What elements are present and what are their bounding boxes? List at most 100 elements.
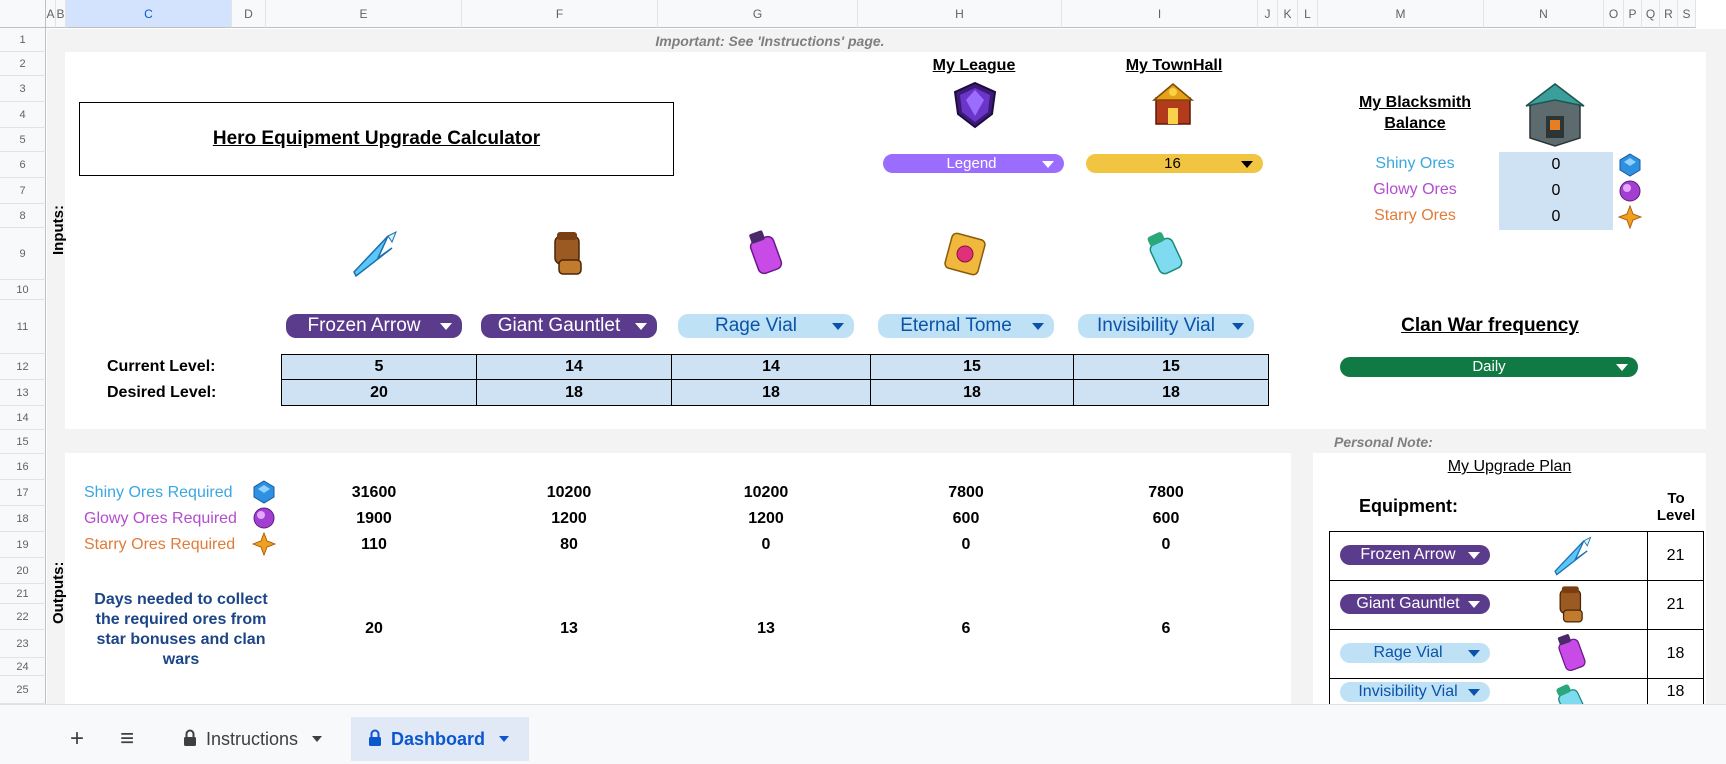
starry-ore-icon [1618,205,1642,229]
equipment-dropdown-4[interactable]: Invisibility Vial [1078,314,1254,338]
column-header-o[interactable]: O [1604,0,1624,28]
current-level-input-4[interactable]: 15 [1073,354,1269,380]
plan-equipment-dropdown[interactable]: Invisibility Vial [1340,681,1490,702]
column-header-n[interactable]: N [1484,0,1604,28]
blacksmith-icon [1525,83,1585,147]
days-output-1: 13 [560,620,578,637]
desired-level-input-4[interactable]: 18 [1073,379,1269,406]
days-label-line4: wars [162,651,200,668]
row-header-16[interactable]: 16 [0,454,46,480]
desired-level-input-2[interactable]: 18 [671,379,871,406]
column-header-s[interactable]: S [1678,0,1696,28]
equipment-dropdown-1[interactable]: Giant Gauntlet [481,314,657,338]
league-dropdown[interactable]: Legend [883,154,1064,173]
column-header-p[interactable]: P [1624,0,1642,28]
clan-war-dropdown[interactable]: Daily [1340,357,1638,377]
current-level-input-2[interactable]: 14 [671,354,871,380]
tab-chevron-down-icon[interactable] [499,736,510,742]
plan-equipment-dropdown[interactable]: Giant Gauntlet [1340,594,1490,614]
column-header-l[interactable]: L [1298,0,1318,28]
equipment-dropdown-3[interactable]: Eternal Tome [878,314,1054,338]
plan-equipment-dropdown[interactable]: Frozen Arrow [1340,545,1490,565]
row-header-7[interactable]: 7 [0,178,46,204]
row-header-20[interactable]: 20 [0,558,46,584]
row-header-23[interactable]: 23 [0,630,46,658]
desired-level-input-1[interactable]: 18 [476,379,672,406]
townhall-dropdown[interactable]: 16 [1086,154,1263,173]
column-header-i[interactable]: I [1062,0,1258,28]
spreadsheet-grid[interactable]: ABCDEFGHIJKLMNOPQRS 1 2 3 4 5 6 7 8 9 10 11 12 13 14 1… [0,0,1726,704]
column-header-a[interactable]: A [46,0,56,28]
tab-label: Instructions [206,729,299,749]
add-sheet-button[interactable]: + [62,717,92,761]
current-level-input-3[interactable]: 15 [870,354,1074,380]
balance-input-1[interactable]: 0 [1499,178,1613,204]
instructions-notice: Important: See 'Instructions' page. [655,33,885,49]
equipment-dropdown-2[interactable]: Rage Vial [678,314,854,338]
row-header-21[interactable]: 21 [0,584,46,604]
row-header-5[interactable]: 5 [0,128,46,152]
row-header-10[interactable]: 10 [0,280,46,300]
column-header-e[interactable]: E [266,0,462,28]
plan-equipment-dropdown[interactable]: Rage Vial [1340,643,1490,663]
column-header-h[interactable]: H [858,0,1062,28]
row-header-17[interactable]: 17 [0,480,46,506]
tab-dashboard[interactable]: Dashboard [351,717,529,761]
eternal-tome-icon [944,232,986,276]
shiny-output-3: 7800 [948,484,984,501]
days-output-2: 13 [757,620,775,637]
balance-input-2[interactable]: 0 [1499,204,1613,230]
column-header-c[interactable]: C [66,0,232,28]
row-header-12[interactable]: 12 [0,354,46,380]
balance-input-0[interactable]: 0 [1499,152,1613,178]
glowy-ore-icon [253,507,275,529]
chevron-down-icon [1241,160,1253,168]
column-header-j[interactable]: J [1258,0,1278,28]
column-header-m[interactable]: M [1318,0,1484,28]
column-header-q[interactable]: Q [1642,0,1660,28]
shiny-output-0: 31600 [351,484,397,501]
column-header-b[interactable]: B [56,0,66,28]
row-header-14[interactable]: 14 [0,406,46,430]
column-header-f[interactable]: F [462,0,658,28]
row-header-18[interactable]: 18 [0,506,46,532]
glowy-output-4: 600 [1152,510,1180,527]
row-header-3[interactable]: 3 [0,76,46,102]
row-header-22[interactable]: 22 [0,604,46,630]
desired-level-input-3[interactable]: 18 [870,379,1074,406]
league-heading: My League [932,57,1016,74]
column-header-r[interactable]: R [1660,0,1678,28]
all-sheets-menu-button[interactable]: ≡ [112,717,142,761]
desired-level-input-0[interactable]: 20 [281,379,477,406]
tab-instructions[interactable]: Instructions [166,717,336,761]
row-header-13[interactable]: 13 [0,380,46,406]
starry-required-label: Starry Ores Required [84,536,236,553]
clan-war-value: Daily [1472,358,1506,375]
row-header-11[interactable]: 11 [0,300,46,354]
row-header-8[interactable]: 8 [0,204,46,228]
starry-output-4: 0 [1161,536,1171,553]
equipment-dropdown-0[interactable]: Frozen Arrow [286,314,462,338]
current-level-label: Current Level: [107,358,216,375]
plan-to-level-value[interactable]: 18 [1647,630,1703,678]
row-header-1[interactable]: 1 [0,28,46,52]
current-level-input-0[interactable]: 5 [281,354,477,380]
column-header-d[interactable]: D [232,0,266,28]
plan-to-level-value[interactable]: 21 [1647,581,1703,629]
row-header-4[interactable]: 4 [0,102,46,128]
balance-label-2: Starry Ores [1374,207,1456,224]
row-header-19[interactable]: 19 [0,532,46,558]
select-all-corner[interactable] [0,0,46,28]
column-header-k[interactable]: K [1278,0,1298,28]
row-header-2[interactable]: 2 [0,52,46,76]
plan-to-level-value[interactable]: 21 [1647,532,1703,580]
column-header-g[interactable]: G [658,0,858,28]
row-header-9[interactable]: 9 [0,228,46,280]
row-header-24[interactable]: 24 [0,658,46,676]
row-header-6[interactable]: 6 [0,152,46,178]
tab-chevron-down-icon[interactable] [312,736,323,742]
plan-to-level-value[interactable]: 18 [1647,679,1703,704]
row-header-25[interactable]: 25 [0,676,46,704]
current-level-input-1[interactable]: 14 [476,354,672,380]
row-header-15[interactable]: 15 [0,430,46,454]
